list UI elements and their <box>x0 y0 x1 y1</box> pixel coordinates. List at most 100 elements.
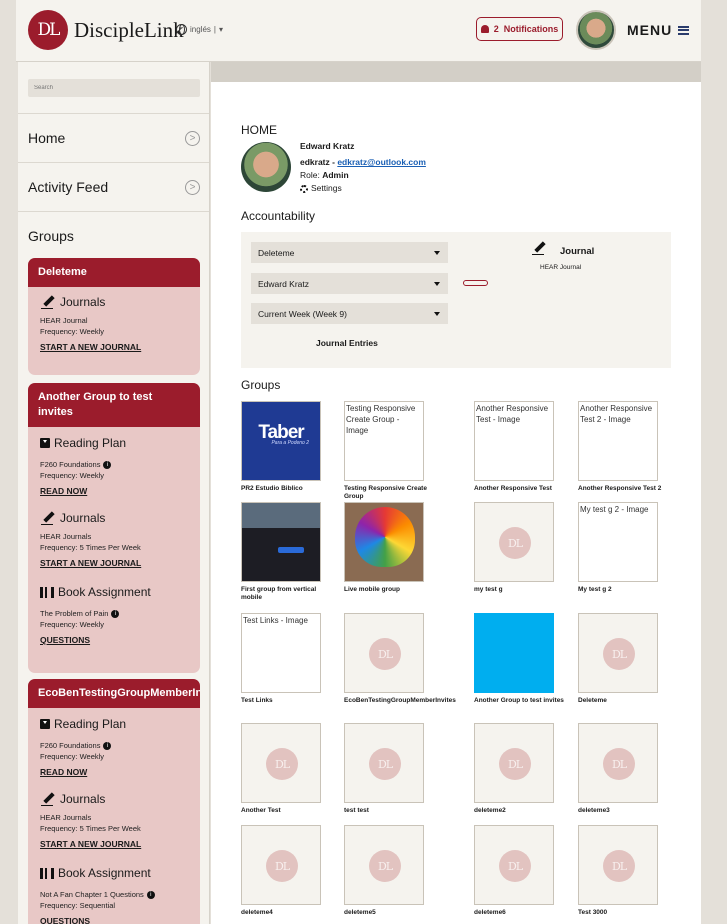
group-caption[interactable]: Another Test <box>241 807 331 815</box>
group-tile[interactable] <box>344 502 424 582</box>
group-caption[interactable]: deleteme3 <box>578 807 708 815</box>
group-caption[interactable]: Deleteme <box>578 697 708 705</box>
section-line2: Frequency: Weekly <box>40 620 105 629</box>
group-caption[interactable]: Test Links <box>241 697 331 705</box>
chevron-right-icon: > <box>185 180 200 195</box>
separator: | <box>213 25 216 34</box>
journal-entries-label: Journal Entries <box>316 338 378 348</box>
group-caption[interactable]: deleteme4 <box>241 909 331 917</box>
group-card-title[interactable]: Deleteme <box>28 258 200 287</box>
accountability-heading: Accountability <box>241 209 316 223</box>
section-line2: Frequency: Weekly <box>40 327 105 336</box>
group-tile[interactable]: My test g 2 - Image <box>578 502 658 582</box>
group-caption[interactable]: My test g 2 <box>578 586 708 594</box>
group-tile[interactable] <box>578 723 658 803</box>
group-tile[interactable]: Another Responsive Test - Image <box>474 401 554 481</box>
section-line1: HEAR Journals <box>40 532 92 541</box>
image-alt-text: Testing Responsive Create Group - Image <box>346 404 416 435</box>
group-tile[interactable] <box>578 613 658 693</box>
pencil-icon <box>40 511 56 525</box>
image-alt-text: Another Responsive Test - Image <box>476 404 549 424</box>
top-strip <box>211 62 701 82</box>
profile-avatar <box>241 142 291 192</box>
status-pill[interactable] <box>463 280 488 286</box>
group-tile[interactable]: Another Responsive Test 2 - Image <box>578 401 658 481</box>
read-now-link[interactable]: READ NOW <box>40 767 87 777</box>
chevron-right-icon: > <box>185 131 200 146</box>
menu-label: MENU <box>627 22 673 38</box>
info-icon[interactable]: i <box>103 461 112 470</box>
nav-home[interactable]: Home > <box>18 113 209 162</box>
start-journal-link[interactable]: START A NEW JOURNAL <box>40 839 141 849</box>
brand-name[interactable]: DiscipleLink <box>74 18 184 43</box>
week-select[interactable]: Current Week (Week 9) <box>251 303 448 324</box>
journal-title[interactable]: Journal <box>560 246 594 257</box>
profile-email-link[interactable]: edkratz@outlook.com <box>337 157 426 167</box>
group-caption[interactable]: deleteme5 <box>344 909 434 917</box>
section-line2: Frequency: Weekly <box>40 471 105 480</box>
section-line1: HEAR Journal <box>40 316 88 325</box>
nav-activity-feed-label: Activity Feed <box>28 179 109 195</box>
group-tile[interactable] <box>344 825 424 905</box>
group-tile[interactable]: Taber Para a Podeno 2 <box>241 401 321 481</box>
group-tile[interactable]: Testing Responsive Create Group - Image <box>344 401 424 481</box>
journals-section: Journals HEAR Journals Frequency: 5 Times… <box>28 511 200 571</box>
group-tile[interactable] <box>241 825 321 905</box>
language-label: inglés <box>190 25 211 34</box>
group-tile[interactable] <box>474 613 554 693</box>
language-selector[interactable]: inglés | ▾ <box>176 24 223 35</box>
section-line1: F260 Foundations <box>40 460 101 469</box>
notifications-count: 2 <box>493 24 499 34</box>
settings-label: Settings <box>311 183 342 193</box>
user-avatar[interactable] <box>576 10 616 50</box>
group-card-title[interactable]: Another Group to test invites <box>28 383 200 427</box>
pencil-icon <box>40 792 56 806</box>
group-tile[interactable] <box>241 502 321 582</box>
group-tile[interactable]: Test Links - Image <box>241 613 321 693</box>
group-select[interactable]: Deleteme <box>251 242 448 263</box>
search-input[interactable] <box>28 79 200 97</box>
logo-mark[interactable]: DL <box>28 10 68 50</box>
hamburger-icon <box>678 25 690 35</box>
menu-button[interactable]: MENU <box>627 22 690 38</box>
questions-link[interactable]: QUESTIONS <box>40 635 90 645</box>
caret-down-icon: ▾ <box>218 25 223 34</box>
group-caption[interactable]: Live mobile group <box>344 586 434 594</box>
group-caption[interactable]: test test <box>344 807 434 815</box>
group-tile[interactable] <box>344 723 424 803</box>
questions-link[interactable]: QUESTIONS <box>40 916 90 924</box>
group-caption[interactable]: Testing Responsive Create Group <box>344 485 434 501</box>
group-tile[interactable] <box>578 825 658 905</box>
read-now-link[interactable]: READ NOW <box>40 486 87 496</box>
group-caption[interactable]: EcoBenTestingGroupMemberInvites <box>344 697 456 705</box>
info-icon[interactable]: i <box>103 742 112 751</box>
person-select[interactable]: Edward Kratz <box>251 273 448 294</box>
reading-plan-section: Reading Plan F260 Foundations i Frequency:… <box>28 436 200 499</box>
info-icon[interactable]: i <box>146 891 155 900</box>
info-icon[interactable]: i <box>111 610 120 619</box>
group-tile[interactable] <box>474 723 554 803</box>
notifications-label: Notifications <box>503 24 559 34</box>
page-title: HOME <box>241 123 277 137</box>
group-tile[interactable] <box>344 613 424 693</box>
group-caption[interactable]: Test 3000 <box>578 909 708 917</box>
section-title: Book Assignment <box>58 866 151 880</box>
image-alt-text: Another Responsive Test 2 - Image <box>580 404 653 424</box>
notifications-button[interactable]: 2 Notifications <box>476 17 563 41</box>
start-journal-link[interactable]: START A NEW JOURNAL <box>40 558 141 568</box>
nav-home-label: Home <box>28 130 66 146</box>
accountability-panel: Deleteme Edward Kratz Current Week (Week… <box>241 232 671 368</box>
nav-activity-feed[interactable]: Activity Feed > <box>18 162 209 211</box>
section-line1: The Problem of Pain <box>40 609 109 618</box>
profile-username: edkratz - <box>300 157 338 167</box>
start-journal-link[interactable]: START A NEW JOURNAL <box>40 342 141 352</box>
group-tile[interactable] <box>474 825 554 905</box>
group-tile[interactable] <box>474 502 554 582</box>
group-card-ecoben: EcoBenTestingGroupMemberInvites Reading … <box>28 679 200 924</box>
settings-link[interactable]: Settings <box>300 183 342 193</box>
group-card-title[interactable]: EcoBenTestingGroupMemberInvites <box>28 679 200 708</box>
group-caption[interactable]: PR2 Estudio Biblico <box>241 485 331 493</box>
group-tile[interactable] <box>241 723 321 803</box>
group-caption[interactable]: Another Responsive Test 2 <box>578 485 708 493</box>
group-caption[interactable]: First group from vertical mobile <box>241 586 331 602</box>
